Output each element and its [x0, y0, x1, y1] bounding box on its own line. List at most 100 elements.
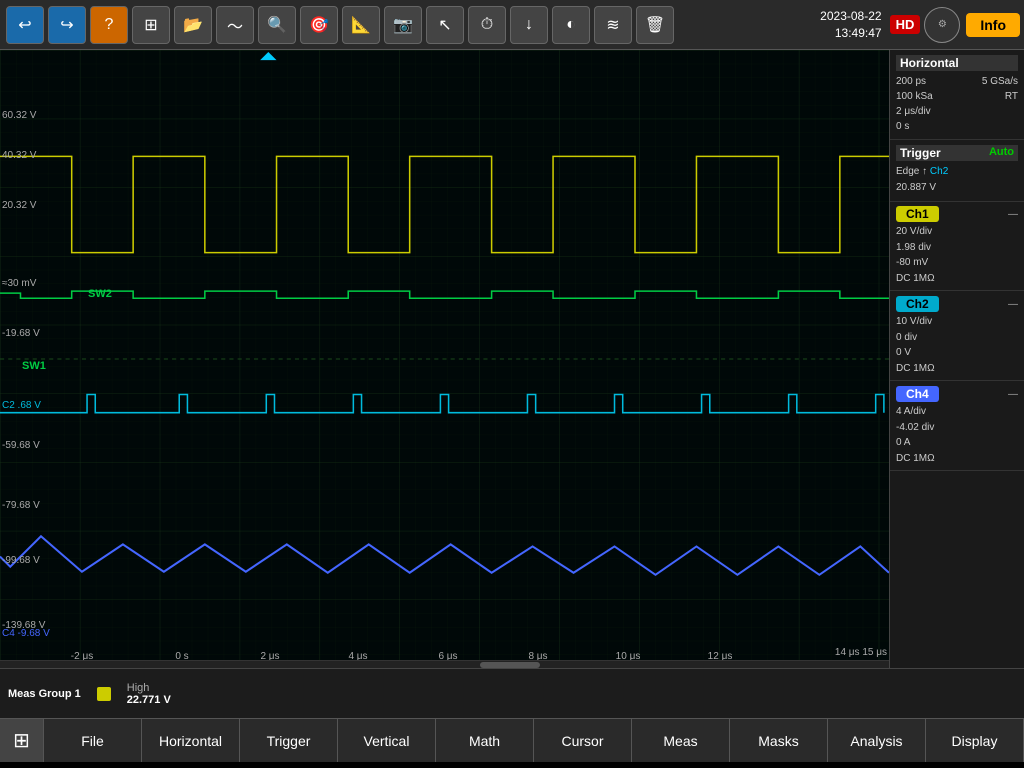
ch2-header: Ch2 —: [896, 296, 1018, 312]
horizontal-row-4: 0 s: [896, 119, 1018, 134]
menu-masks[interactable]: Masks: [730, 719, 828, 762]
menu-horizontal[interactable]: Horizontal: [142, 719, 240, 762]
x-label-far: 14 μs 15 μs: [835, 647, 887, 658]
datetime: 2023-08-2213:49:47: [820, 8, 881, 42]
ch1-close[interactable]: —: [1008, 209, 1018, 220]
run-btn[interactable]: ⏱: [468, 6, 506, 44]
trigger-row-2: 20.887 V: [896, 180, 1018, 196]
menu-math[interactable]: Math: [436, 719, 534, 762]
y-label-7: -79.68 V: [2, 500, 40, 511]
waveform-display: [0, 50, 889, 668]
menu-cursor[interactable]: Cursor: [534, 719, 632, 762]
meas-group-label: Meas Group 1: [8, 688, 81, 700]
ch4-row3: 0 A: [896, 435, 1018, 451]
horizontal-panel-title: Horizontal: [896, 55, 1018, 71]
trigger-row-1: Edge ↑ Ch2: [896, 164, 1018, 180]
info-button[interactable]: Info: [966, 13, 1020, 37]
menu-file[interactable]: File: [44, 719, 142, 762]
scrollbar-thumb[interactable]: [480, 662, 540, 668]
y-label-4: ≈30 mV: [2, 278, 36, 289]
grid-menu-btn[interactable]: ⊞: [0, 719, 44, 762]
trig-ch2: Ch2: [930, 166, 948, 177]
ch2-row4: DC 1MΩ: [896, 361, 1018, 377]
ch2-row3: 0 V: [896, 345, 1018, 361]
ch2-title[interactable]: Ch2: [896, 296, 939, 312]
main-area: 60.32 V 40.32 V 20.32 V ≈30 mV -19.68 V …: [0, 50, 1024, 668]
ch1-panel: Ch1 — 20 V/div 1.98 div -80 mV DC 1MΩ: [890, 202, 1024, 291]
trig-edge: Edge: [896, 166, 919, 177]
undo-btn[interactable]: ↩: [6, 6, 44, 44]
ch2-y-label: C2 .68 V: [2, 400, 41, 411]
scope-scrollbar[interactable]: [0, 660, 889, 668]
ch4-y-label: C4 -9.68 V: [2, 628, 50, 639]
single-btn[interactable]: ↓: [510, 6, 548, 44]
sw2-label: SW2: [88, 288, 112, 300]
y-label-6: -59.68 V: [2, 440, 40, 451]
meas-item-high: High 22.771 V: [127, 682, 171, 706]
y-label-8: -99.68 V: [2, 555, 40, 566]
h-row4: 0 s: [896, 119, 909, 134]
h-row1-left: 200 ps: [896, 74, 926, 89]
meas-indicator: [97, 687, 111, 701]
ch1-row1: 20 V/div: [896, 224, 1018, 240]
open-btn[interactable]: 📂: [174, 6, 212, 44]
hd-badge: HD: [890, 15, 921, 34]
camera-btn[interactable]: 📷: [384, 6, 422, 44]
redo-btn[interactable]: ↪: [48, 6, 86, 44]
wave-btn[interactable]: 〜: [216, 6, 254, 44]
help-btn[interactable]: ?: [90, 6, 128, 44]
toolbar: ↩ ↪ ? ⊞ 📂 〜 🔍 🎯 📐 📷 ↖ ⏱ ↓ ◐ ≋ 🗑 2023-08-…: [0, 0, 1024, 50]
measure-btn[interactable]: 📐: [342, 6, 380, 44]
ch4-row2: -4.02 div: [896, 420, 1018, 436]
h-row2-right: RT: [1005, 89, 1018, 104]
y-label-2: 40.32 V: [2, 150, 36, 161]
h-row1-right: 5 GSa/s: [982, 74, 1018, 89]
ch4-panel: Ch4 — 4 A/div -4.02 div 0 A DC 1MΩ: [890, 382, 1024, 471]
scope-screen[interactable]: 60.32 V 40.32 V 20.32 V ≈30 mV -19.68 V …: [0, 50, 889, 668]
sw1-label: SW1: [22, 360, 46, 372]
menu-trigger[interactable]: Trigger: [240, 719, 338, 762]
ch4-title[interactable]: Ch4: [896, 386, 939, 402]
meas-bar: Meas Group 1 High 22.771 V: [0, 668, 1024, 718]
y-label-3: 20.32 V: [2, 200, 36, 211]
ch1-row4: DC 1MΩ: [896, 271, 1018, 287]
ch2-row1: 10 V/div: [896, 314, 1018, 330]
horizontal-row-1: 200 ps 5 GSa/s: [896, 74, 1018, 89]
trig-voltage: 20.887 V: [896, 182, 936, 193]
zoom-btn[interactable]: 🔍: [258, 6, 296, 44]
cursor-btn[interactable]: ↖: [426, 6, 464, 44]
menu-display[interactable]: Display: [926, 719, 1024, 762]
y-label-1: 60.32 V: [2, 110, 36, 121]
ch1-header: Ch1 —: [896, 206, 1018, 222]
right-panel: Horizontal 200 ps 5 GSa/s 100 kSa RT 2 μ…: [889, 50, 1024, 668]
crosshair-btn[interactable]: 🎯: [300, 6, 338, 44]
menu-analysis[interactable]: Analysis: [828, 719, 926, 762]
ch2-panel: Ch2 — 10 V/div 0 div 0 V DC 1MΩ: [890, 292, 1024, 381]
auto-btn[interactable]: ◐: [552, 6, 590, 44]
brand-logo: ⚙: [924, 7, 960, 43]
trigger-panel-title: Trigger Auto: [896, 145, 1018, 161]
trigger-auto: Auto: [989, 146, 1014, 160]
ch4-row1: 4 A/div: [896, 404, 1018, 420]
menu-btn[interactable]: ⊞: [132, 6, 170, 44]
horizontal-row-2: 100 kSa RT: [896, 89, 1018, 104]
menu-vertical[interactable]: Vertical: [338, 719, 436, 762]
meas-item-value: 22.771 V: [127, 694, 171, 706]
menu-meas[interactable]: Meas: [632, 719, 730, 762]
ch4-header: Ch4 —: [896, 386, 1018, 402]
h-row3: 2 μs/div: [896, 104, 931, 119]
trigger-panel: Trigger Auto Edge ↑ Ch2 20.887 V: [890, 140, 1024, 202]
ch1-row3: -80 mV: [896, 255, 1018, 271]
ch1-row2: 1.98 div: [896, 240, 1018, 256]
ch2-row2: 0 div: [896, 330, 1018, 346]
horizontal-row-3: 2 μs/div: [896, 104, 1018, 119]
horizontal-panel: Horizontal 200 ps 5 GSa/s 100 kSa RT 2 μ…: [890, 50, 1024, 140]
menu-bar: ⊞ File Horizontal Trigger Vertical Math …: [0, 718, 1024, 762]
fft-btn[interactable]: ≋: [594, 6, 632, 44]
ch2-close[interactable]: —: [1008, 299, 1018, 310]
ch1-title[interactable]: Ch1: [896, 206, 939, 222]
h-row2-left: 100 kSa: [896, 89, 933, 104]
meas-item-label: High: [127, 682, 171, 694]
ch4-close[interactable]: —: [1008, 389, 1018, 400]
delete-btn[interactable]: 🗑: [636, 6, 674, 44]
